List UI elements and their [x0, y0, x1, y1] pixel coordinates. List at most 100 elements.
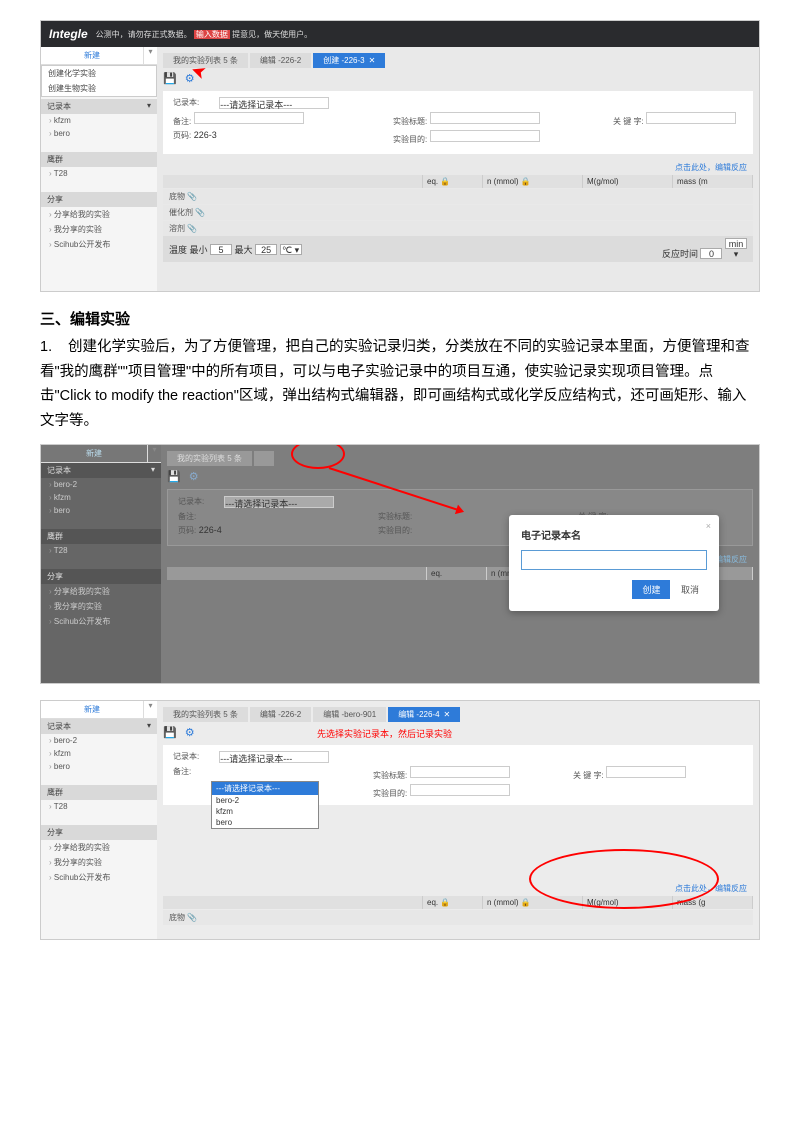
sidebar-share-header[interactable]: 分享 [41, 192, 157, 207]
dropdown-option[interactable]: ---请选择记录本--- [212, 782, 318, 795]
tab-edit[interactable] [254, 451, 274, 466]
recordbook-label: 记录本: [178, 496, 204, 508]
menu-create-bio[interactable]: 创建生物实验 [42, 81, 156, 96]
keyword-label: 关 键 字: [613, 117, 644, 126]
lock-icon: 🔒 [521, 177, 531, 186]
keyword-input[interactable] [606, 766, 686, 778]
sidebar-book-item[interactable]: bero-2 [41, 734, 157, 747]
catalyst-row[interactable]: 催化剂 📎 [163, 205, 753, 220]
sidebar-share-header[interactable]: 分享 [41, 569, 161, 584]
close-icon[interactable]: × [706, 521, 711, 531]
sidebar-book-item[interactable]: bero [41, 127, 157, 140]
tab-edit[interactable]: 编辑 -226-4✕ [388, 707, 460, 722]
gear-icon[interactable]: ⚙ [189, 470, 199, 483]
sidebar-group-header[interactable]: 鹰群 [41, 785, 157, 800]
sidebar-share-item[interactable]: 我分享的实验 [41, 855, 157, 870]
paragraph-1: 1.创建化学实验后，为了方便管理，把自己的实验记录归类，分类放在不同的实验记录本… [40, 335, 760, 434]
recordbook-select[interactable]: ---请选择记录本--- [219, 751, 329, 763]
rtime-unit-select[interactable]: min ▾ [725, 238, 747, 249]
purpose-input[interactable] [410, 784, 510, 796]
create-button[interactable]: 创建 [632, 580, 670, 599]
new-dropdown-toggle[interactable]: ▾ [147, 445, 161, 462]
sidebar-book-item[interactable]: kfzm [41, 114, 157, 127]
purpose-label: 实验目的: [378, 526, 412, 535]
sidebar-share-item[interactable]: Scihub公开发布 [41, 237, 157, 252]
table-header: eq. 🔒 n (mmol) 🔒 M(g/mol) mass (m [163, 175, 753, 188]
title-input[interactable] [430, 112, 540, 124]
gear-icon[interactable]: ⚙ [185, 726, 195, 739]
tab-list[interactable]: 我的实验列表 5 条 [167, 451, 252, 466]
close-icon[interactable]: ✕ [369, 56, 376, 65]
temp-min-input[interactable]: 5 [210, 244, 232, 255]
main-area: 我的实验列表 5 条 编辑 -226-2 编辑 -bero-901 编辑 -22… [157, 701, 759, 939]
sidebar-share-item[interactable]: 分享给我的实验 [41, 840, 157, 855]
sidebar-group-item[interactable]: T28 [41, 544, 161, 557]
page-value: 226-4 [199, 525, 222, 535]
section-heading: 三、编辑实验 [40, 308, 760, 329]
main-area: 我的实验列表 5 条 💾 ⚙ 记录本: ---请选择记录本--- 备注: 实验标… [161, 445, 759, 683]
sidebar-share-item[interactable]: 我分享的实验 [41, 599, 161, 614]
close-icon[interactable]: ✕ [444, 710, 451, 719]
sidebar-book-item[interactable]: kfzm [41, 747, 157, 760]
sidebar-share-item[interactable]: 我分享的实验 [41, 222, 157, 237]
save-icon[interactable]: 💾 [163, 726, 177, 739]
logo: Integle [49, 27, 88, 41]
sidebar-group-header[interactable]: 鹰群 [41, 529, 161, 544]
keyword-input[interactable] [646, 112, 736, 124]
dropdown-option[interactable]: bero-2 [212, 795, 318, 806]
dropdown-option[interactable]: kfzm [212, 806, 318, 817]
input-data-link[interactable]: 输入数据 [194, 30, 230, 39]
menu-create-chem[interactable]: 创建化学实验 [42, 66, 156, 81]
purpose-input[interactable] [430, 130, 540, 142]
note-label: 备注: [173, 117, 191, 126]
sidebar-share-header[interactable]: 分享 [41, 825, 157, 840]
sidebar-book-item[interactable]: bero-2 [41, 478, 161, 491]
dropdown-option[interactable]: bero [212, 817, 318, 828]
temp-max-input[interactable]: 25 [255, 244, 277, 255]
new-dropdown-toggle[interactable]: ▾ [143, 47, 157, 64]
new-button[interactable]: 新建 [41, 47, 143, 64]
new-dropdown-toggle[interactable]: ▾ [143, 701, 157, 718]
new-button[interactable]: 新建 [41, 445, 147, 462]
substrate-row[interactable]: 底物 📎 [163, 910, 753, 925]
sidebar-book-item[interactable]: bero [41, 504, 161, 517]
create-notebook-modal: 电子记录本名 × 创建 取消 [509, 515, 719, 611]
sidebar-share-item[interactable]: Scihub公开发布 [41, 870, 157, 885]
tab-create[interactable]: 创建 -226-3✕ [313, 53, 385, 68]
note-label: 备注: [178, 512, 196, 521]
temp-unit-select[interactable]: ℃ ▾ [280, 244, 302, 255]
notebook-name-input[interactable] [521, 550, 707, 570]
tab-edit[interactable]: 编辑 -bero-901 [313, 707, 386, 722]
save-icon[interactable]: 💾 [167, 470, 181, 483]
sidebar-book-item[interactable]: kfzm [41, 491, 161, 504]
rtime-input[interactable]: 0 [700, 248, 722, 259]
recordbook-select[interactable]: ---请选择记录本--- [224, 496, 334, 508]
substrate-row[interactable]: 底物 📎 [163, 189, 753, 204]
sidebar-group-header[interactable]: 鹰群 [41, 152, 157, 167]
cancel-button[interactable]: 取消 [673, 580, 707, 599]
new-button[interactable]: 新建 [41, 701, 143, 718]
title-input[interactable] [410, 766, 510, 778]
sidebar-share-item[interactable]: 分享给我的实验 [41, 584, 161, 599]
sidebar-group-item[interactable]: T28 [41, 167, 157, 180]
sidebar: 新建 ▾ 记录本▾ bero-2 kfzm bero 鹰群 T28 分享 分享给… [41, 445, 161, 683]
sidebar-share-item[interactable]: Scihub公开发布 [41, 614, 161, 629]
note-input[interactable] [194, 112, 304, 124]
tab-list[interactable]: 我的实验列表 5 条 [163, 707, 248, 722]
sidebar-group-item[interactable]: T28 [41, 800, 157, 813]
sidebar-books-header[interactable]: 记录本▾ [41, 719, 157, 734]
sidebar-share-item[interactable]: 分享给我的实验 [41, 207, 157, 222]
sidebar-book-item[interactable]: bero [41, 760, 157, 773]
edit-reaction-link[interactable]: 点击此处，编辑反应 [163, 160, 753, 175]
tab-edit[interactable]: 编辑 -226-2 [250, 53, 311, 68]
page-label: 页码: [173, 131, 191, 140]
solvent-row[interactable]: 溶剂 📎 [163, 221, 753, 236]
purpose-label: 实验目的: [373, 789, 407, 798]
sidebar-books-header[interactable]: 记录本▾ [41, 99, 157, 114]
sidebar-books-header[interactable]: 记录本▾ [41, 463, 161, 478]
recordbook-select[interactable]: ---请选择记录本--- [219, 97, 329, 109]
tab-edit[interactable]: 编辑 -226-2 [250, 707, 311, 722]
title-label: 实验标题: [373, 771, 407, 780]
save-icon[interactable]: 💾 [163, 72, 177, 85]
chevron-down-icon: ▾ [151, 465, 155, 476]
